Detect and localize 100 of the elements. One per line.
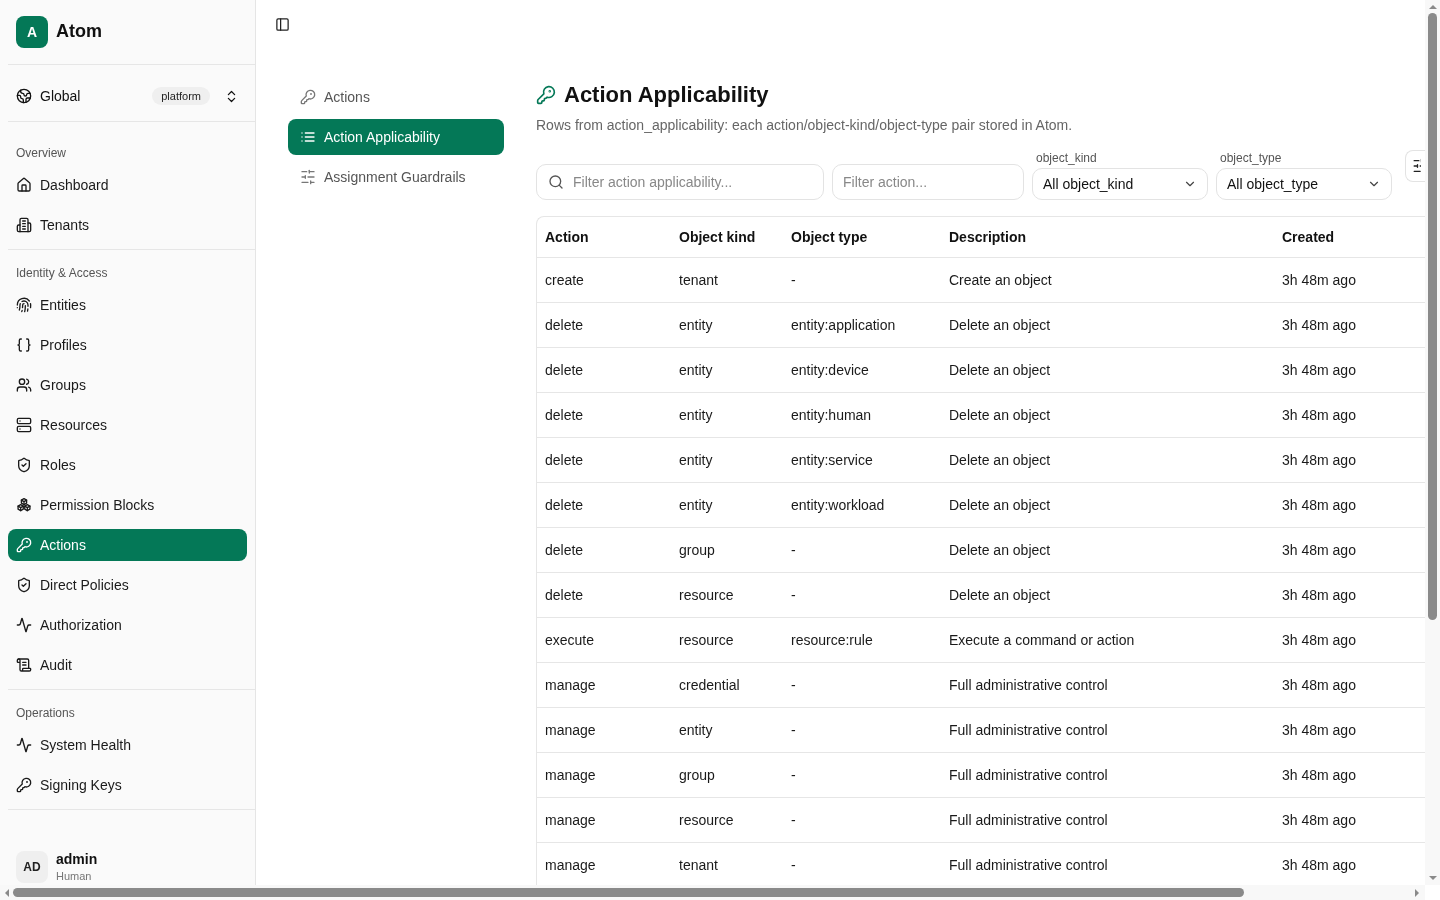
subnav-item[interactable]: Action Applicability xyxy=(288,119,504,155)
nav-item[interactable]: Audit xyxy=(8,645,247,685)
table-cell-text: 3h 48m ago xyxy=(1281,766,1357,785)
vertical-scrollbar[interactable] xyxy=(1425,0,1440,885)
nav-item[interactable]: Authorization xyxy=(8,605,247,645)
table-cell-text: 3h 48m ago xyxy=(1281,721,1357,740)
action-filter-field[interactable]: Filter action... xyxy=(832,164,1024,200)
page-title: Action Applicability xyxy=(564,81,769,109)
table-cell-text: Full administrative control xyxy=(948,811,1109,830)
table-cell-text: manage xyxy=(544,856,597,875)
table-cell-text: - xyxy=(790,766,797,785)
user-role: Human xyxy=(56,869,93,884)
table-cell-text: 3h 48m ago xyxy=(1281,271,1357,290)
table-cell-text: Full administrative control xyxy=(948,856,1109,875)
nav-item[interactable]: System Health xyxy=(8,725,247,765)
section-heading: Identity & Access xyxy=(15,265,109,282)
key-icon xyxy=(536,85,556,105)
table-cell-text: Delete an object xyxy=(948,406,1052,425)
app-name: Atom xyxy=(56,21,102,42)
table-cell-text: group xyxy=(678,541,716,560)
table-cell-text: Delete an object xyxy=(948,586,1052,605)
scroll-down-arrow-icon[interactable] xyxy=(1428,876,1437,880)
nav-item[interactable]: Resources xyxy=(8,405,247,445)
table-cell-text: resource:rule xyxy=(790,631,874,650)
table-cell-text: manage xyxy=(544,721,597,740)
table-cell-text: delete xyxy=(544,451,585,470)
nav-item[interactable]: Permission Blocks xyxy=(8,485,247,525)
table-cell-text: credential xyxy=(678,676,741,695)
nav-item[interactable]: Roles xyxy=(8,445,247,485)
table-cell-text: 3h 48m ago xyxy=(1281,361,1357,380)
table-cell-text: entity:application xyxy=(790,316,897,335)
table-cell-text: entity xyxy=(678,721,714,740)
nav-item[interactable]: Dashboard xyxy=(8,165,247,205)
table-cell-text: resource xyxy=(678,586,735,605)
scroll-right-arrow-icon[interactable] xyxy=(1415,888,1419,897)
nav-item[interactable]: Entities xyxy=(8,285,247,325)
panel-left-icon xyxy=(274,16,290,32)
pulse-icon xyxy=(16,617,32,633)
sliders-icon xyxy=(1412,158,1421,174)
nav-item[interactable]: Signing Keys xyxy=(8,765,247,805)
table-cell-text: 3h 48m ago xyxy=(1281,316,1357,335)
table-cell-text: - xyxy=(790,541,797,560)
filter-dropdown[interactable]: All object_type xyxy=(1216,168,1392,200)
table-cell-text: 3h 48m ago xyxy=(1281,856,1357,875)
cubes-icon xyxy=(16,497,32,513)
column-header: Object kind xyxy=(678,228,757,247)
table-cell-text: Full administrative control xyxy=(948,766,1109,785)
table-cell-text: manage xyxy=(544,676,597,695)
filter-label: object_kind xyxy=(1035,151,1098,165)
scope-badge: platform xyxy=(152,87,210,105)
table-cell-text: entity:human xyxy=(790,406,873,425)
users-icon xyxy=(16,377,32,393)
table-cell-text: - xyxy=(790,721,797,740)
user-name: admin xyxy=(56,851,98,867)
page-subtitle: Rows from action_applicability: each action/object-kind/object-type pair stored in Atom. xyxy=(536,116,1074,135)
table-cell-text: 3h 48m ago xyxy=(1281,451,1357,470)
table-cell-text: Execute a command or action xyxy=(948,631,1136,650)
table-cell-text: delete xyxy=(544,316,585,335)
scrollbar-thumb[interactable] xyxy=(13,888,1244,897)
table-cell-text: entity xyxy=(678,406,714,425)
section-heading: Operations xyxy=(15,705,76,722)
table-cell-text: Full administrative control xyxy=(948,676,1109,695)
shield-check-icon xyxy=(16,577,32,593)
subnav-item[interactable]: Assignment Guardrails xyxy=(288,159,504,195)
filter-dropdown[interactable]: All object_kind xyxy=(1032,168,1208,200)
scroll-left-arrow-icon[interactable] xyxy=(5,888,9,897)
table-cell-text: - xyxy=(790,811,797,830)
view-options-button[interactable] xyxy=(1405,150,1425,182)
table-cell-text: execute xyxy=(544,631,596,650)
table-cell-text: Delete an object xyxy=(948,496,1052,515)
column-header: Action xyxy=(544,228,590,247)
nav-item[interactable]: Tenants xyxy=(8,205,247,245)
table-cell-text: entity xyxy=(678,496,714,515)
table-cell-text: 3h 48m ago xyxy=(1281,811,1357,830)
table-cell-text: delete xyxy=(544,541,585,560)
table-cell-text: 3h 48m ago xyxy=(1281,541,1357,560)
nav-item[interactable]: Direct Policies xyxy=(8,565,247,605)
table-cell-text: - xyxy=(790,676,797,695)
table-cell-text: 3h 48m ago xyxy=(1281,586,1357,605)
table-cell-text: resource xyxy=(678,811,735,830)
table-cell-text: Create an object xyxy=(948,271,1053,290)
search-field[interactable]: Filter action applicability... xyxy=(536,164,824,200)
horizontal-scrollbar[interactable] xyxy=(0,885,1425,900)
table-cell-text: entity xyxy=(678,451,714,470)
table-cell-text: 3h 48m ago xyxy=(1281,631,1357,650)
nav-item[interactable]: Profiles xyxy=(8,325,247,365)
scrollbar-thumb[interactable] xyxy=(1428,13,1437,620)
table-cell-text: - xyxy=(790,856,797,875)
app-logo: A xyxy=(16,15,48,48)
nav-item[interactable]: Actions xyxy=(8,529,247,561)
shield-check-icon xyxy=(16,457,32,473)
nav-item[interactable]: Groups xyxy=(8,365,247,405)
table-cell-text: 3h 48m ago xyxy=(1281,406,1357,425)
pulse-icon xyxy=(16,737,32,753)
table-cell-text: - xyxy=(790,586,797,605)
scope-selector[interactable]: Global platform xyxy=(8,71,247,121)
table-cell-text: tenant xyxy=(678,271,719,290)
column-header: Created xyxy=(1281,228,1336,247)
subnav-item[interactable]: Actions xyxy=(288,79,504,115)
scroll-up-arrow-icon[interactable] xyxy=(1428,5,1437,9)
